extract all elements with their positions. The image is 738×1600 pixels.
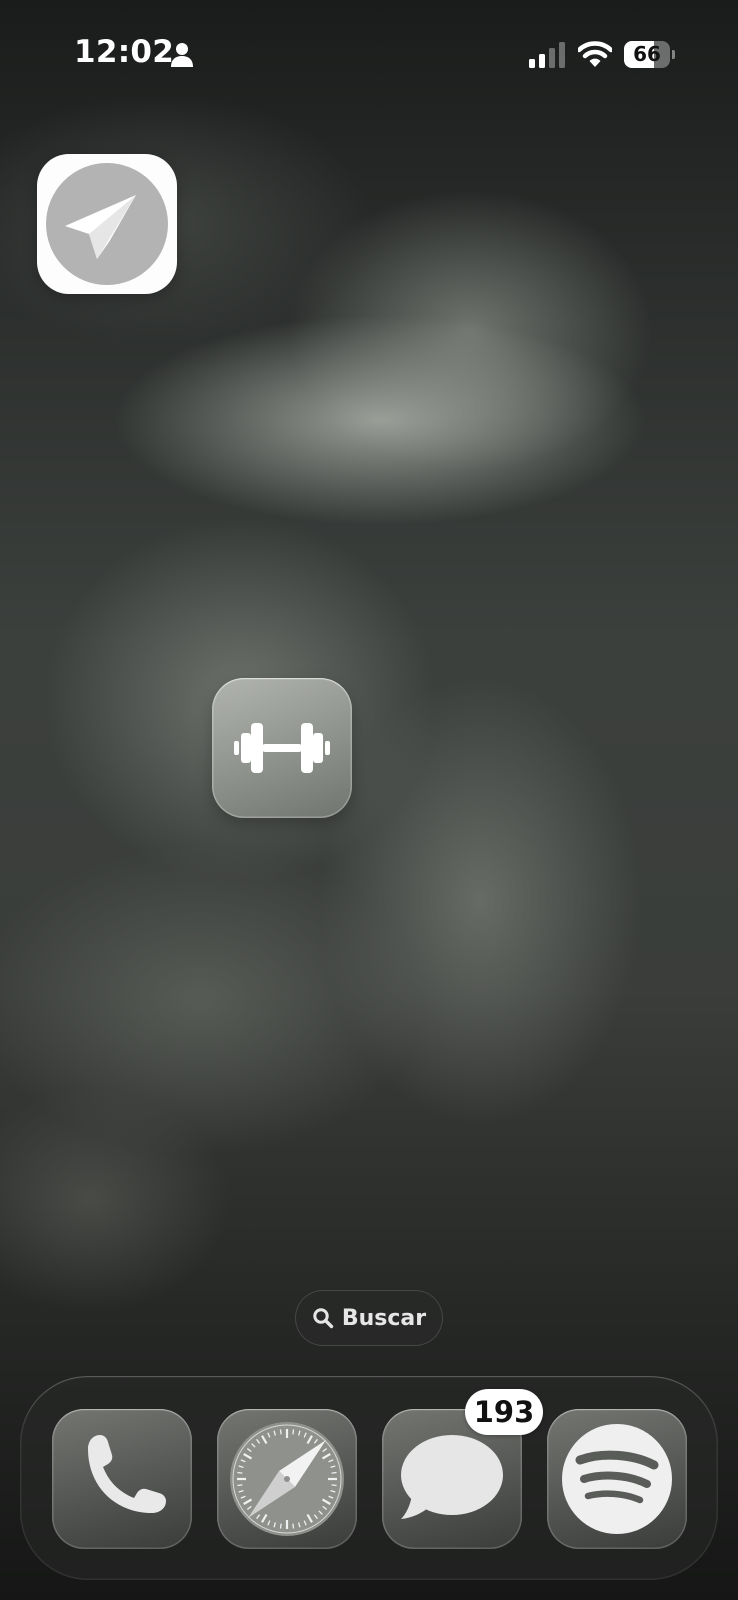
status-time: 12:02 bbox=[74, 34, 175, 70]
battery-percent: 66 bbox=[633, 42, 661, 66]
compass-tick bbox=[279, 1523, 282, 1529]
compass-tick bbox=[331, 1484, 337, 1487]
spotify-app-icon[interactable] bbox=[547, 1409, 687, 1549]
safari-app-icon[interactable] bbox=[217, 1409, 357, 1549]
fitness-app-icon[interactable] bbox=[212, 678, 352, 818]
compass-tick bbox=[292, 1429, 295, 1435]
compass-tick bbox=[292, 1523, 295, 1529]
phone-app-icon[interactable] bbox=[52, 1409, 192, 1549]
compass-tick bbox=[279, 1429, 282, 1435]
telegram-paper-plane-icon bbox=[46, 163, 168, 285]
search-label: Buscar bbox=[341, 1305, 427, 1331]
compass-tick bbox=[237, 1484, 243, 1487]
wifi-icon bbox=[578, 41, 612, 67]
compass-tick bbox=[331, 1471, 337, 1474]
search-button[interactable]: Buscar bbox=[295, 1290, 443, 1346]
compass-icon bbox=[230, 1422, 344, 1536]
cellular-signal-icon bbox=[529, 42, 565, 68]
telegram-app-icon[interactable] bbox=[37, 154, 177, 294]
person-icon bbox=[171, 43, 193, 67]
battery-icon: 66 bbox=[624, 41, 675, 68]
phone-icon bbox=[88, 1435, 166, 1513]
status-bar: 12:02 66 bbox=[0, 0, 738, 110]
dumbbell-icon bbox=[234, 723, 330, 773]
search-icon bbox=[313, 1308, 334, 1329]
spotify-icon bbox=[562, 1424, 672, 1534]
compass-tick bbox=[237, 1471, 243, 1474]
messages-badge: 193 bbox=[465, 1389, 543, 1435]
